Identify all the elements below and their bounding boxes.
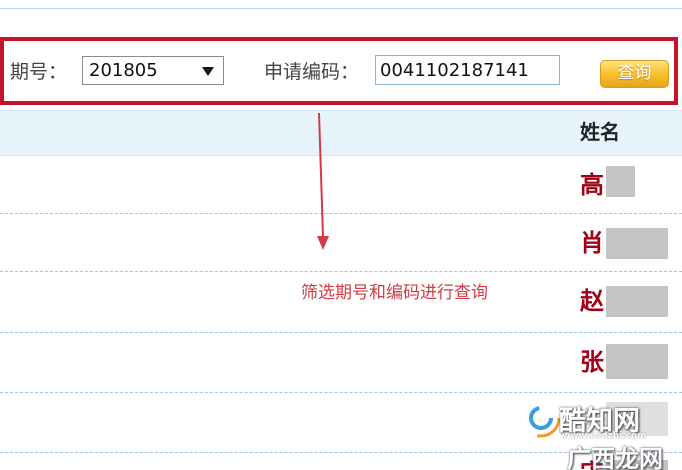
watermark: 酷知网 www.coozhi.com 广西龙网	[517, 396, 680, 470]
screenshot-page: 期号： 201805 申请编码： 查询 姓名 高 肖 赵 张 刘 宋 筛选期号和…	[0, 0, 682, 470]
secondary-brand: 广西龙网	[567, 445, 663, 470]
annotation-text: 筛选期号和编码进行查询	[301, 283, 488, 303]
